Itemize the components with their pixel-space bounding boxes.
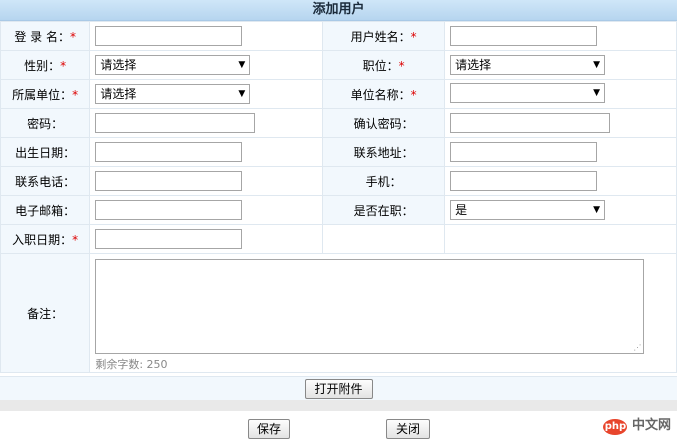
dropdown-arrow-icon: ▼: [238, 60, 246, 70]
label-mobile: 手机：: [322, 166, 446, 196]
phone-input[interactable]: [95, 171, 243, 191]
label-unit: 所属单位：*: [0, 79, 91, 109]
label-address: 联系地址：: [322, 137, 446, 167]
position-select[interactable]: 请选择 ▼: [450, 55, 606, 75]
login-name-input[interactable]: [95, 26, 243, 46]
unit-name-select[interactable]: ▼: [450, 82, 606, 103]
label-on-job: 是否在职：: [322, 195, 446, 225]
entry-date-input[interactable]: [95, 229, 243, 249]
open-attachment-button[interactable]: 打开附件: [304, 379, 373, 399]
remarks-textarea[interactable]: ⋰: [95, 259, 645, 354]
divider-bar: [0, 400, 677, 411]
save-button[interactable]: 保存: [248, 419, 290, 439]
label-user-name: 用户姓名：*: [322, 21, 446, 51]
label-unit-name: 单位名称：*: [322, 79, 446, 109]
watermark-logo: php 中文网: [603, 418, 671, 435]
unit-select[interactable]: 请选择 ▼: [95, 84, 251, 104]
resize-grip-icon[interactable]: ⋰: [633, 343, 641, 352]
close-button[interactable]: 关闭: [386, 419, 430, 439]
label-entry-date: 入职日期：*: [0, 224, 91, 254]
label-gender: 性别：*: [0, 50, 91, 80]
dropdown-arrow-icon: ▼: [593, 60, 601, 70]
dialog-title: 添加用户: [0, 0, 677, 21]
label-login-name: 登 录 名：*: [0, 21, 91, 51]
label-position: 职位：*: [322, 50, 446, 80]
address-input[interactable]: [450, 142, 598, 162]
dropdown-arrow-icon: ▼: [238, 89, 246, 99]
user-name-input[interactable]: [450, 26, 598, 46]
dropdown-arrow-icon: ▼: [593, 205, 601, 215]
confirm-password-input[interactable]: [450, 113, 611, 133]
label-birthday: 出生日期：: [0, 137, 91, 167]
attachment-row: 打开附件: [0, 376, 677, 402]
remaining-chars: 剩余字数: 250: [95, 358, 168, 371]
email-input[interactable]: [95, 200, 243, 220]
label-email: 电子邮箱：: [0, 195, 91, 225]
password-input[interactable]: [95, 113, 256, 133]
user-form: 登 录 名：* 用户姓名：* 性别：* 请选择 ▼ 职位：* 请选择 ▼ 所属单位：…: [0, 21, 677, 373]
mobile-input[interactable]: [450, 171, 598, 191]
label-phone: 联系电话：: [0, 166, 91, 196]
empty-cell: [322, 224, 446, 254]
label-remarks: 备注：: [0, 253, 91, 373]
gender-select[interactable]: 请选择 ▼: [95, 55, 251, 75]
dropdown-arrow-icon: ▼: [593, 87, 601, 98]
birthday-input[interactable]: [95, 142, 243, 162]
on-job-select[interactable]: 是 ▼: [450, 200, 606, 220]
label-password: 密码：: [0, 108, 91, 138]
label-confirm-password: 确认密码：: [322, 108, 446, 138]
empty-cell: [444, 224, 677, 254]
